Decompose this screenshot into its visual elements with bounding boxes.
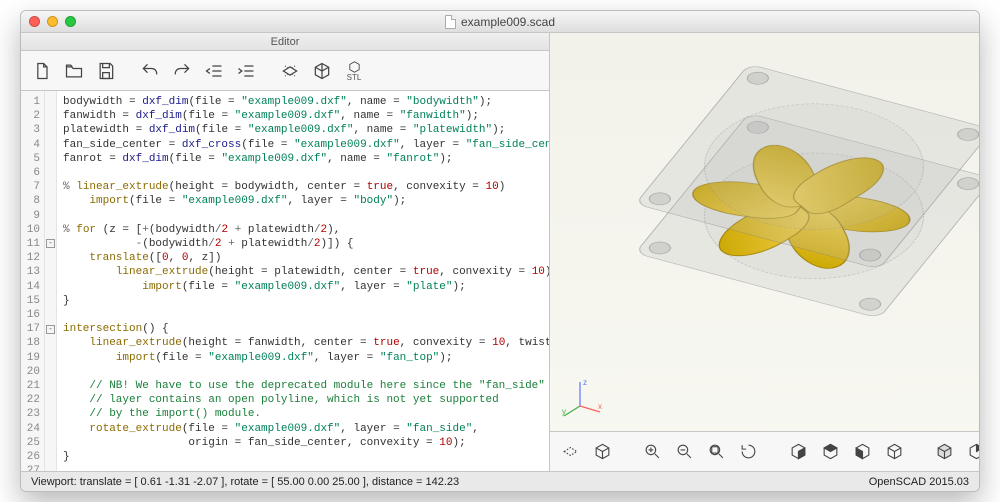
view-left-button[interactable] — [848, 438, 876, 466]
line-gutter: 1234567891011121314151617181920212223242… — [21, 91, 45, 471]
reset-view-button[interactable] — [734, 438, 762, 466]
preview-button[interactable] — [275, 56, 305, 86]
render-button[interactable] — [307, 56, 337, 86]
viewport-status-text: Viewport: translate = [ 0.61 -1.31 -2.07… — [31, 476, 459, 488]
undo-button[interactable] — [135, 56, 165, 86]
editor-toolbar: STL — [21, 51, 549, 91]
view-top-button[interactable] — [816, 438, 844, 466]
status-bar: Viewport: translate = [ 0.61 -1.31 -2.07… — [21, 471, 979, 491]
code-text[interactable]: bodywidth = dxf_dim(file = "example009.d… — [57, 91, 549, 471]
zoom-out-button[interactable] — [670, 438, 698, 466]
save-button[interactable] — [91, 56, 121, 86]
document-icon — [445, 15, 456, 29]
stl-label: STL — [347, 74, 362, 82]
svg-text:y: y — [562, 407, 566, 416]
zoom-in-button[interactable] — [638, 438, 666, 466]
code-editor[interactable]: 1234567891011121314151617181920212223242… — [21, 91, 549, 471]
svg-text:z: z — [583, 378, 587, 387]
preview-view-button[interactable] — [556, 438, 584, 466]
open-button[interactable] — [59, 56, 89, 86]
render-view-button[interactable] — [588, 438, 616, 466]
viewport-canvas[interactable]: z x y — [550, 33, 980, 431]
editor-panel: Editor — [21, 33, 550, 471]
axis-gizmo-icon: z x y — [560, 376, 604, 423]
view-back-button[interactable] — [962, 438, 980, 466]
editor-caption: Editor — [21, 33, 549, 51]
indent-button[interactable] — [231, 56, 261, 86]
app-version-text: OpenSCAD 2015.03 — [869, 476, 969, 488]
app-window: example009.scad Editor — [20, 10, 980, 492]
viewport-panel: z x y — [550, 33, 980, 471]
model-preview — [635, 113, 980, 319]
fold-gutter[interactable]: -- — [45, 91, 57, 471]
unindent-button[interactable] — [199, 56, 229, 86]
window-title: example009.scad — [21, 15, 979, 29]
view-right-button[interactable] — [784, 438, 812, 466]
view-diagonal-button[interactable] — [930, 438, 958, 466]
titlebar[interactable]: example009.scad — [21, 11, 979, 33]
redo-button[interactable] — [167, 56, 197, 86]
new-button[interactable] — [27, 56, 57, 86]
svg-text:x: x — [598, 402, 602, 411]
export-stl-button[interactable]: STL — [339, 56, 369, 86]
zoom-all-button[interactable] — [702, 438, 730, 466]
view-front-button[interactable] — [880, 438, 908, 466]
viewport-toolbar — [550, 431, 980, 471]
window-title-text: example009.scad — [461, 15, 555, 29]
